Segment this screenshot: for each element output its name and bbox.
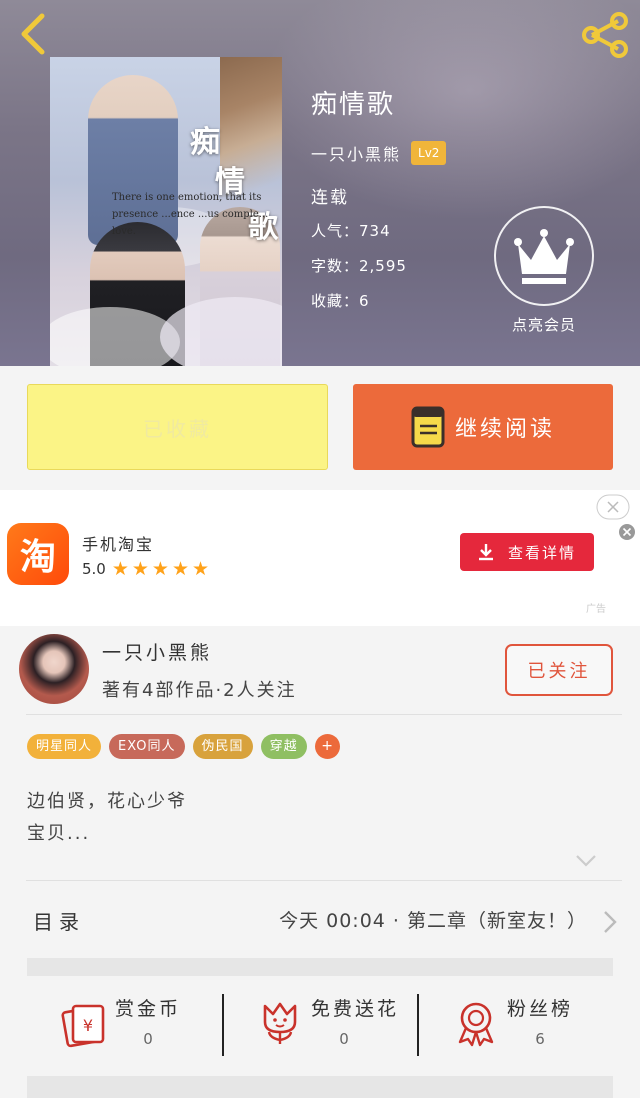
section-spacer (27, 958, 613, 976)
fans-value: 6 (535, 1030, 545, 1048)
vip-button[interactable] (494, 206, 594, 306)
ad-close-button[interactable] (596, 494, 630, 520)
author-name[interactable]: 一只小黑熊 (311, 141, 401, 165)
collected-button[interactable]: 已收藏 (27, 384, 328, 470)
tag-chip[interactable]: 明星同人 (27, 734, 102, 759)
ad-details-label: 查看详情 (507, 543, 576, 562)
book-header: 痴 情 歌 There is one emotion, that its pre… (0, 0, 640, 366)
back-button[interactable] (14, 12, 54, 56)
ad-dismiss-button[interactable] (618, 523, 636, 541)
summary-line: 边伯贤，花心少爷 (27, 791, 187, 812)
author-works-summary: 著有4部作品·2人关注 (102, 680, 297, 701)
fan-ranking-button[interactable]: 粉丝榜 6 (419, 976, 614, 1072)
level-badge: Lv2 (411, 141, 447, 165)
continue-reading-label: 继续阅读 (454, 417, 555, 442)
continue-reading-button[interactable]: 继续阅读 (353, 384, 613, 470)
summary-line: 宝贝... (27, 823, 91, 844)
download-icon (478, 544, 493, 561)
book-title: 痴情歌 (311, 90, 396, 120)
book-detail-page: 痴 情 歌 There is one emotion, that its pre… (0, 0, 640, 1098)
vip-label[interactable]: 点亮会员 (496, 314, 592, 335)
fans-label: 粉丝榜 (507, 998, 574, 1020)
serial-status: 连载 (311, 188, 349, 208)
reward-value: 0 (143, 1030, 153, 1048)
book-cover[interactable]: 痴 情 歌 There is one emotion, that its pre… (50, 57, 282, 366)
close-icon (596, 494, 630, 520)
ad-banner[interactable]: 淘 手机淘宝 5.0 ★★★★★ 查看详情 广告 (0, 490, 640, 626)
share-button[interactable] (580, 12, 630, 58)
author-avatar[interactable] (19, 634, 89, 704)
popularity-count: 人气：734 (311, 222, 391, 240)
reward-coins-button[interactable]: ¥ 赏金币 0 (27, 976, 222, 1072)
book-summary[interactable]: 边伯贤，花心少爷 宝贝... (27, 786, 587, 850)
word-count: 字数：2,595 (311, 257, 407, 275)
cover-quote: There is one emotion, that its presence … (112, 192, 269, 237)
latest-chapter: 今天 00:04 · 第二章（新室友！） (279, 910, 587, 932)
share-icon (582, 12, 628, 58)
red-envelope-icon: ¥ (61, 1004, 105, 1048)
interaction-stats: ¥ 赏金币 0 免费送花 0 粉丝榜 6 (27, 976, 613, 1072)
more-tags-button[interactable]: + (314, 734, 340, 759)
author-section: 一只小黑熊 著有4部作品·2人关注 已关注 明星同人 EXO同人 伪民国 穿越 … (18, 626, 622, 1098)
chevron-down-icon[interactable] (575, 854, 597, 868)
ad-tag: 广告 (586, 604, 606, 615)
star-icon: ★★★★★ (111, 558, 213, 580)
tag-list: 明星同人 EXO同人 伪民国 穿越 + (27, 734, 340, 759)
ad-details-button[interactable]: 查看详情 (460, 533, 594, 571)
toc-label: 目录 (33, 910, 85, 934)
divider (26, 880, 622, 881)
divider (26, 714, 622, 715)
medal-icon (458, 1002, 494, 1047)
book-icon (411, 406, 445, 448)
flower-icon (263, 1002, 297, 1044)
crown-icon (514, 229, 574, 284)
flower-label: 免费送花 (311, 998, 400, 1020)
ad-app-name: 手机淘宝 (82, 535, 155, 554)
tag-chip[interactable]: 穿越 (260, 734, 307, 759)
follow-button[interactable]: 已关注 (505, 644, 613, 696)
chevron-right-icon (604, 911, 617, 933)
tag-chip[interactable]: 伪民国 (192, 734, 253, 759)
author-row[interactable]: 一只小黑熊 Lv2 (311, 140, 447, 166)
svg-text:¥: ¥ (83, 1016, 93, 1035)
reward-label: 赏金币 (115, 998, 182, 1020)
cover-title-char: 痴 (190, 125, 220, 160)
ad-rating-value: 5.0 (82, 560, 106, 578)
ad-rating: 5.0 ★★★★★ (82, 558, 212, 580)
favorite-count: 收藏：6 (311, 292, 370, 310)
author-card-name[interactable]: 一只小黑熊 (102, 638, 212, 665)
tag-chip[interactable]: EXO同人 (109, 734, 185, 759)
close-icon (619, 524, 635, 540)
send-flower-button[interactable]: 免费送花 0 (223, 976, 418, 1072)
taobao-logo[interactable]: 淘 (7, 523, 69, 585)
table-of-contents-row[interactable]: 目录 今天 00:04 · 第二章（新室友！） (27, 896, 617, 946)
flower-value: 0 (339, 1030, 349, 1048)
chevron-left-icon (21, 13, 45, 55)
section-spacer (27, 1076, 613, 1098)
action-bar: 已收藏 继续阅读 (0, 366, 640, 490)
